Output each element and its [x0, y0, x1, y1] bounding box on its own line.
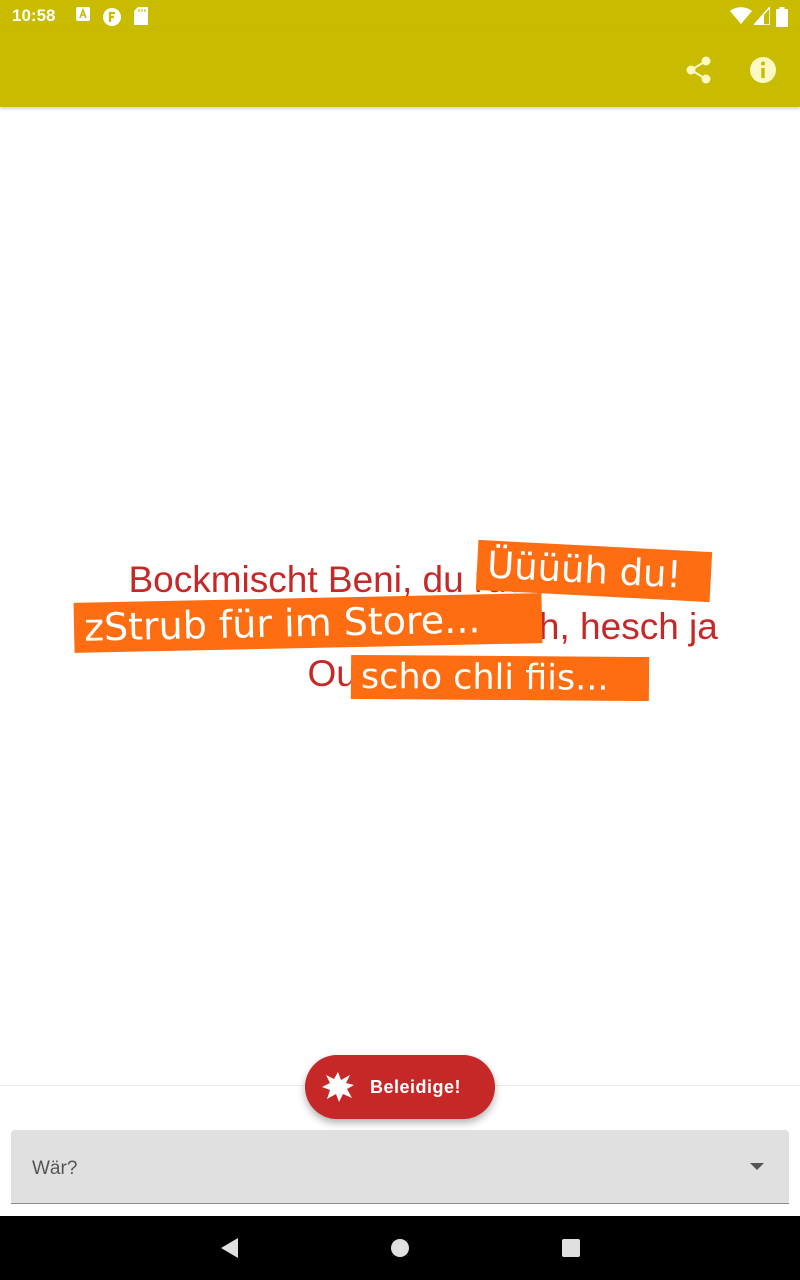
share-icon [686, 56, 711, 84]
a-notification-icon [76, 7, 90, 21]
status-bar: 10:58 [0, 0, 800, 32]
app-bar [0, 32, 800, 107]
share-button[interactable] [681, 52, 717, 88]
back-icon[interactable] [218, 1236, 240, 1260]
f-notification-icon [103, 8, 121, 26]
sticker-zstrub: zStrub für im Store... [73, 593, 543, 653]
status-time: 10:58 [12, 6, 56, 25]
battery-icon [776, 7, 788, 27]
sticker-scho-chli-fiis: scho chli fiis... [350, 654, 650, 702]
recents-icon[interactable] [560, 1236, 582, 1260]
insult-button[interactable]: Beleidige! [305, 1055, 495, 1119]
insult-button-label: Beleidige! [370, 1077, 462, 1097]
sd-card-icon [134, 7, 148, 25]
wifi-icon [730, 7, 752, 24]
signal-icon [754, 7, 770, 25]
info-button[interactable] [745, 52, 781, 88]
navigation-bar [0, 1216, 800, 1280]
info-icon [750, 57, 776, 83]
explosion-icon [322, 1072, 354, 1102]
target-selector[interactable]: Wär? [11, 1130, 789, 1204]
dropdown-arrow-icon [750, 1163, 764, 1170]
target-selector-value: Wär? [32, 1158, 78, 1179]
home-icon[interactable] [389, 1236, 411, 1260]
